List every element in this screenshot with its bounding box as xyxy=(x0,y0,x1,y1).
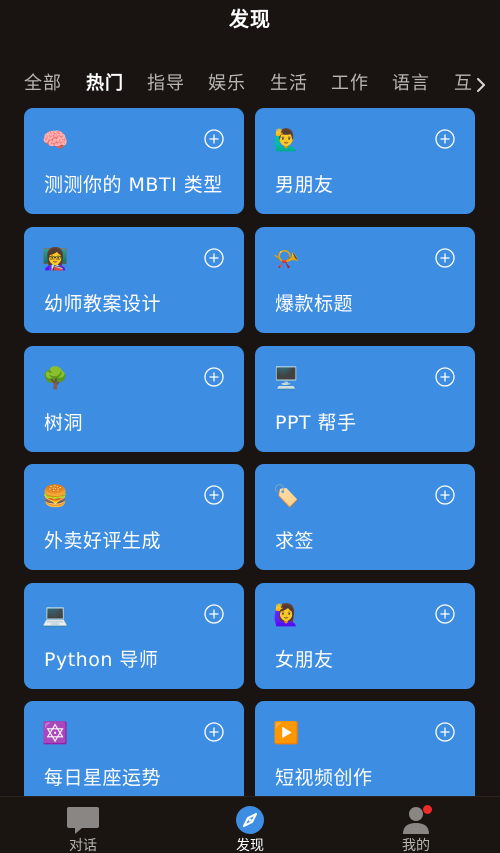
chevron-right-icon[interactable] xyxy=(474,78,488,92)
card-label: Python 导师 xyxy=(44,649,159,671)
assistant-grid: 🧠 测测你的 MBTI 类型 🙋‍♂️ 男朋友 👩‍🏫 幼师教案设计 📯 爆款标… xyxy=(0,108,500,798)
card-label: PPT 帮手 xyxy=(275,412,357,434)
tab-overflow[interactable]: 互 xyxy=(454,70,500,100)
card-ppt-helper[interactable]: 🖥️ PPT 帮手 xyxy=(255,346,475,452)
tab-language[interactable]: 语言 xyxy=(392,70,430,98)
add-icon[interactable] xyxy=(204,129,224,149)
page-title: 发现 xyxy=(229,7,271,31)
nav-label: 发现 xyxy=(236,838,264,853)
nav-chat[interactable]: 对话 xyxy=(23,797,143,853)
card-label: 外卖好评生成 xyxy=(44,530,162,552)
card-label: 每日星座运势 xyxy=(44,767,162,789)
card-label: 男朋友 xyxy=(275,174,334,196)
tab-all[interactable]: 全部 xyxy=(24,70,62,98)
card-label: 测测你的 MBTI 类型 xyxy=(44,174,223,196)
tab-work[interactable]: 工作 xyxy=(331,70,369,98)
brain-icon: 🧠 xyxy=(42,128,69,152)
top-header: 发现 xyxy=(0,0,500,36)
bottom-nav: 对话 发现 我的 xyxy=(0,796,500,853)
teacher-icon: 👩‍🏫 xyxy=(42,247,69,271)
add-icon[interactable] xyxy=(204,367,224,387)
card-label: 爆款标题 xyxy=(275,293,354,315)
add-icon[interactable] xyxy=(204,604,224,624)
nav-profile[interactable]: 我的 xyxy=(356,797,476,853)
card-label: 幼师教案设计 xyxy=(44,293,162,315)
desktop-computer-icon: 🖥️ xyxy=(273,366,300,390)
card-fortune-stick[interactable]: 🏷️ 求签 xyxy=(255,464,475,570)
tab-hot[interactable]: 热门 xyxy=(86,70,124,98)
card-label: 树洞 xyxy=(44,412,84,434)
man-raising-hand-icon: 🙋‍♂️ xyxy=(273,128,300,152)
label-tag-icon: 🏷️ xyxy=(273,484,300,508)
card-girlfriend[interactable]: 🙋‍♀️ 女朋友 xyxy=(255,583,475,689)
woman-raising-hand-icon: 🙋‍♀️ xyxy=(273,603,300,627)
card-boyfriend[interactable]: 🙋‍♂️ 男朋友 xyxy=(255,108,475,214)
tree-icon: 🌳 xyxy=(42,366,69,390)
card-python-tutor[interactable]: 💻 Python 导师 xyxy=(24,583,244,689)
notification-badge xyxy=(423,805,432,814)
tab-life[interactable]: 生活 xyxy=(270,70,308,98)
card-tree-hole[interactable]: 🌳 树洞 xyxy=(24,346,244,452)
add-icon[interactable] xyxy=(204,485,224,505)
card-label: 女朋友 xyxy=(275,649,334,671)
chat-bubble-icon xyxy=(67,807,99,834)
add-icon[interactable] xyxy=(435,604,455,624)
postal-horn-icon: 📯 xyxy=(273,247,300,271)
tab-guide[interactable]: 指导 xyxy=(147,70,185,98)
category-tabs: 全部 热门 指导 娱乐 生活 工作 语言 互 xyxy=(0,70,500,102)
card-horoscope[interactable]: 🔯 每日星座运势 xyxy=(24,701,244,798)
tab-entertainment[interactable]: 娱乐 xyxy=(208,70,246,98)
add-icon[interactable] xyxy=(435,485,455,505)
nav-label: 我的 xyxy=(402,838,430,853)
card-viral-title[interactable]: 📯 爆款标题 xyxy=(255,227,475,333)
card-label: 短视频创作 xyxy=(275,767,373,789)
add-icon[interactable] xyxy=(204,722,224,742)
add-icon[interactable] xyxy=(435,129,455,149)
card-label: 求签 xyxy=(275,530,315,552)
nav-label: 对话 xyxy=(69,838,97,853)
add-icon[interactable] xyxy=(435,367,455,387)
add-icon[interactable] xyxy=(204,248,224,268)
card-short-video[interactable]: ▶️ 短视频创作 xyxy=(255,701,475,798)
six-pointed-star-icon: 🔯 xyxy=(42,721,69,745)
add-icon[interactable] xyxy=(435,722,455,742)
card-lesson-plan[interactable]: 👩‍🏫 幼师教案设计 xyxy=(24,227,244,333)
tab-partial-label: 互 xyxy=(454,73,472,94)
laptop-icon: 💻 xyxy=(42,603,69,627)
nav-discover[interactable]: 发现 xyxy=(190,797,310,853)
card-mbti[interactable]: 🧠 测测你的 MBTI 类型 xyxy=(24,108,244,214)
compass-icon xyxy=(236,806,264,834)
hamburger-icon: 🍔 xyxy=(42,484,69,508)
card-takeout-review[interactable]: 🍔 外卖好评生成 xyxy=(24,464,244,570)
add-icon[interactable] xyxy=(435,248,455,268)
play-button-icon: ▶️ xyxy=(273,721,300,745)
